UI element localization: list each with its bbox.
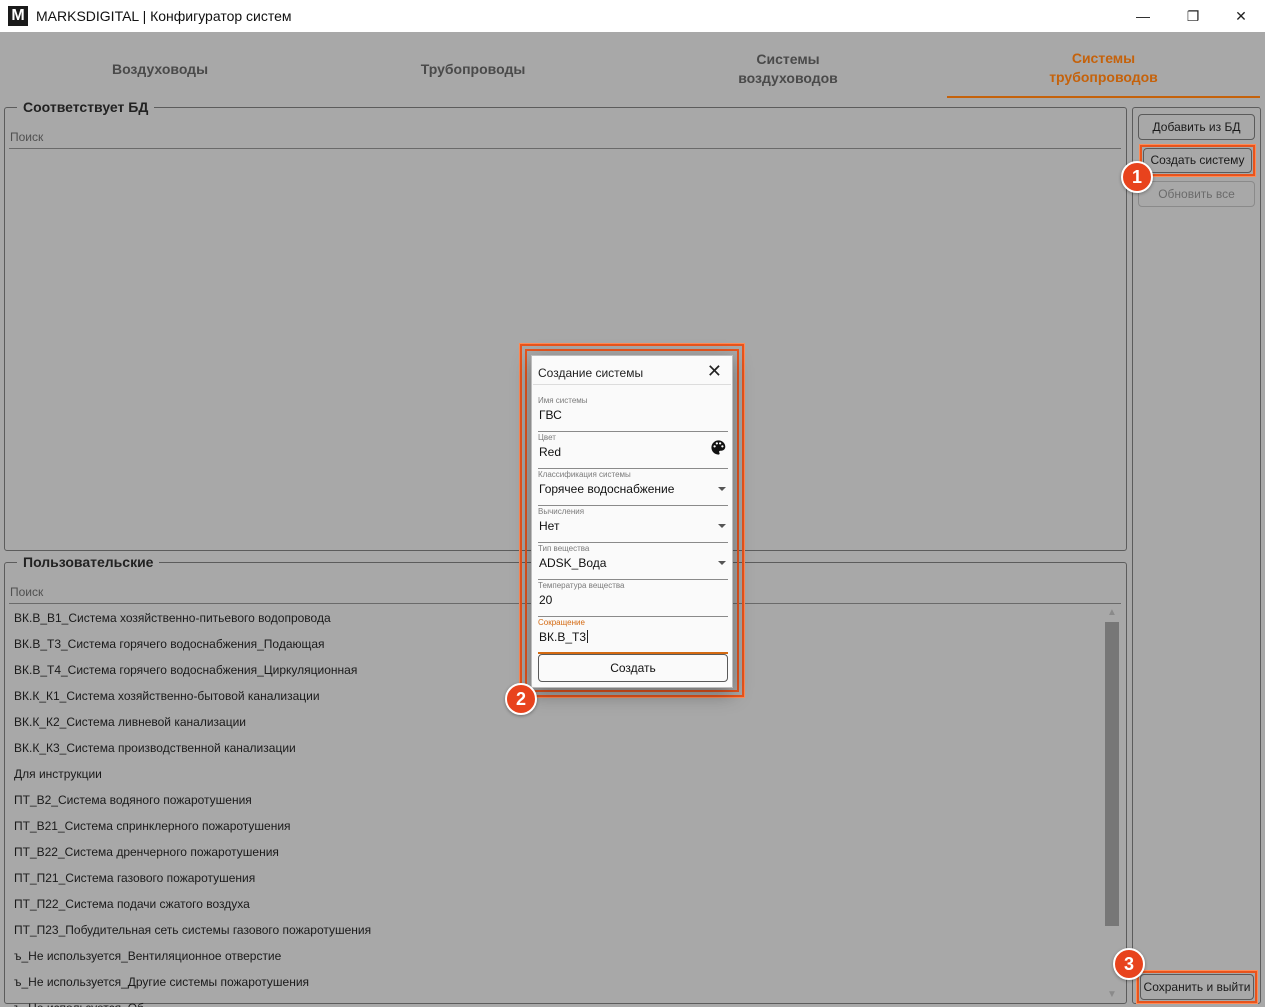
list-item[interactable]: ПТ_В21_Система спринклерного пожаротушен… — [14, 813, 1099, 839]
tab-pipe-systems[interactable]: Системы трубопроводов — [947, 40, 1260, 98]
tab-label: Системы трубопроводов — [1049, 50, 1158, 85]
step-badge-1: 1 — [1121, 161, 1153, 193]
chevron-down-icon — [718, 561, 726, 565]
tab-label: Системы воздуховодов — [738, 51, 838, 86]
create-button[interactable]: Создать — [538, 654, 728, 682]
add-from-db-button[interactable]: Добавить из БД — [1138, 114, 1255, 140]
fluid-type-dropdown[interactable]: Тип вещества ADSK_Вода — [538, 544, 728, 580]
list-item[interactable]: ПТ_П23_Побудительная сеть системы газово… — [14, 917, 1099, 943]
field-label: Вычисления — [538, 507, 585, 516]
list-item[interactable]: Для инструкции — [14, 761, 1099, 787]
tab-label: Трубопроводы — [420, 60, 526, 77]
field-value: 20 — [539, 593, 553, 607]
user-group-title: Пользовательские — [17, 554, 160, 570]
close-icon[interactable]: ✕ — [707, 361, 722, 381]
classification-dropdown[interactable]: Классификация системы Горячее водоснабже… — [538, 470, 728, 506]
scrollbar-thumb[interactable] — [1105, 622, 1119, 926]
list-item[interactable]: ВК.К_К3_Система производственной канализ… — [14, 735, 1099, 761]
tab-label: Воздуховоды — [111, 60, 209, 77]
scroll-up-icon[interactable]: ▲ — [1104, 606, 1120, 620]
scroll-down-icon[interactable]: ▼ — [1104, 988, 1120, 1002]
db-search-underline — [9, 148, 1121, 149]
list-item[interactable]: ъ_Не используется_Вентиляционное отверст… — [14, 943, 1099, 969]
text-caret — [587, 630, 589, 643]
list-item[interactable]: ПТ_В2_Система водяного пожаротушения — [14, 787, 1099, 813]
refresh-all-button[interactable]: Обновить все — [1138, 181, 1255, 207]
close-window-button[interactable]: ✕ — [1218, 0, 1264, 32]
save-exit-button[interactable]: Сохранить и выйти — [1140, 974, 1254, 1000]
abbreviation-value: ВК.В_Т3 — [539, 630, 587, 644]
palette-icon[interactable] — [710, 439, 727, 456]
dialog-divider — [533, 384, 731, 385]
window-title: MARKSDIGITAL | Конфигуратор систем — [36, 8, 292, 24]
field-label: Имя системы — [538, 396, 588, 405]
chevron-down-icon — [718, 524, 726, 528]
create-system-button[interactable]: Создать систему — [1143, 148, 1252, 173]
field-value: ВК.В_Т3 — [539, 630, 589, 644]
list-item[interactable]: ПТ_П21_Система газового пожаротушения — [14, 865, 1099, 891]
field-value: ГВС — [539, 408, 562, 422]
calculations-dropdown[interactable]: Вычисления Нет — [538, 507, 728, 543]
actions-panel — [1132, 107, 1261, 1004]
db-group-title: Соответствует БД — [17, 99, 155, 115]
field-value: ADSK_Вода — [539, 556, 607, 570]
dialog-title: Создание системы — [538, 366, 644, 380]
tab-pipes[interactable]: Трубопроводы — [318, 40, 628, 98]
field-label: Сокращение — [538, 618, 585, 627]
list-item[interactable]: ПТ_П22_Система подачи сжатого воздуха — [14, 891, 1099, 917]
chevron-down-icon — [718, 487, 726, 491]
fluid-temperature-field[interactable]: Температура вещества 20 — [538, 581, 728, 617]
app-logo-icon: M — [8, 6, 28, 26]
minimize-button[interactable]: — — [1120, 0, 1166, 32]
field-value: Горячее водоснабжение — [539, 482, 675, 496]
field-label: Цвет — [538, 433, 556, 442]
step-badge-3: 3 — [1113, 948, 1145, 980]
color-field[interactable]: Цвет Red — [538, 433, 728, 469]
field-label: Тип вещества — [538, 544, 590, 553]
user-search-input[interactable]: Поиск — [10, 585, 43, 599]
field-value: Red — [539, 445, 562, 459]
step-badge-2: 2 — [505, 683, 537, 715]
list-item[interactable]: ПТ_В22_Система дренчерного пожаротушения — [14, 839, 1099, 865]
title-bar: M MARKSDIGITAL | Конфигуратор систем — ❐… — [0, 0, 1265, 32]
tab-air-ducts[interactable]: Воздуховоды — [5, 40, 315, 98]
create-system-dialog: Создание системы ✕ Имя системы ГВС Цвет … — [531, 355, 733, 688]
field-label: Классификация системы — [538, 470, 631, 479]
field-value: Нет — [539, 519, 560, 533]
db-search-input[interactable]: Поиск — [10, 130, 43, 144]
abbreviation-field[interactable]: Сокращение ВК.В_Т3 — [538, 618, 728, 654]
maximize-button[interactable]: ❐ — [1170, 0, 1216, 32]
tab-duct-systems[interactable]: Системы воздуховодов — [632, 40, 944, 98]
system-name-field[interactable]: Имя системы ГВС — [538, 396, 728, 432]
list-item[interactable]: ъ_Не используется_Другие системы пожарот… — [14, 969, 1099, 995]
field-label: Температура вещества — [538, 581, 625, 590]
list-item[interactable]: ъ_Не используется_Об... — [14, 995, 1099, 1007]
list-item[interactable]: ВК.К_К2_Система ливневой канализации — [14, 709, 1099, 735]
